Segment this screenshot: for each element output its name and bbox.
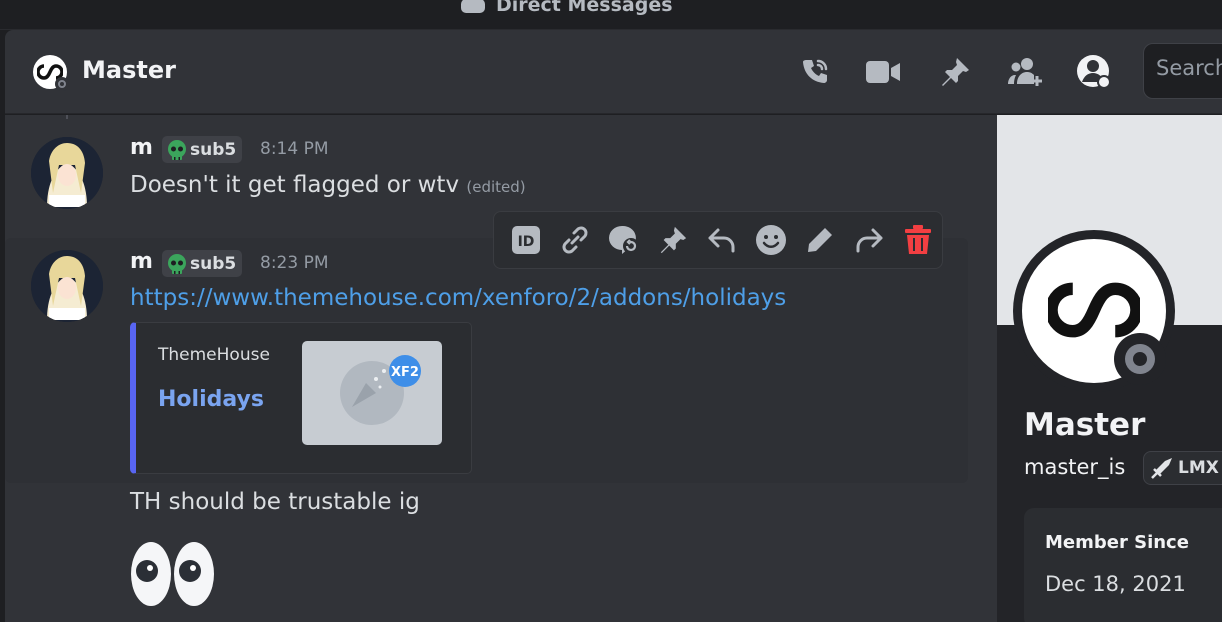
reply-button[interactable] — [698, 216, 747, 264]
topbar-title: Direct Messages — [460, 0, 673, 16]
search-box[interactable] — [1143, 43, 1222, 99]
forward-icon — [856, 228, 883, 253]
member-since-label: Member Since — [1045, 532, 1189, 553]
add-reaction-icon — [755, 225, 786, 255]
video-call-icon[interactable] — [865, 54, 901, 90]
embed-title[interactable]: Holidays — [158, 387, 264, 412]
chat-area[interactable]: m sub5 8:14 PM Doesn't it get flagged or… — [5, 115, 997, 622]
message-timestamp[interactable]: 8:23 PM — [260, 253, 329, 273]
user-avatar[interactable] — [31, 137, 103, 209]
top-bar: Direct Messages — [0, 0, 1222, 30]
header-avatar[interactable] — [33, 55, 69, 91]
profile-server-tag-label: LMX — [1178, 458, 1219, 478]
party-popper-icon: XF2 — [340, 355, 421, 425]
link-embed: ThemeHouse Holidays XF2 — [130, 322, 472, 474]
message-link[interactable]: https://www.themehouse.com/xenforo/2/add… — [130, 285, 786, 311]
edit-icon — [807, 228, 832, 252]
dm-header: Master — [5, 30, 1222, 114]
role-tag[interactable]: sub5 — [162, 250, 243, 277]
direct-messages-icon — [461, 0, 485, 13]
skull-icon — [168, 139, 186, 160]
edit-button[interactable] — [795, 216, 844, 264]
header-name: Master — [82, 56, 176, 84]
embed-thumbnail[interactable]: XF2 — [302, 341, 442, 445]
edited-label: (edited) — [466, 178, 526, 196]
delete-button[interactable] — [893, 216, 942, 264]
anime-avatar-image — [31, 137, 103, 209]
xf2-badge: XF2 — [391, 365, 419, 380]
copy-link-button[interactable] — [551, 216, 600, 264]
voice-call-icon[interactable] — [797, 54, 833, 90]
forward-button[interactable] — [844, 216, 893, 264]
pin-message-button[interactable] — [649, 216, 698, 264]
status-indicator — [55, 77, 69, 91]
message-text: TH should be trustable ig — [130, 489, 420, 515]
message-action-toolbar: ID — [493, 211, 943, 269]
create-thread-button[interactable] — [600, 216, 649, 264]
topbar-title-text: Direct Messages — [496, 0, 673, 16]
infinity-logo-icon — [1048, 282, 1140, 338]
message-username[interactable]: m — [130, 135, 153, 160]
eyes-emoji-icon — [131, 542, 214, 606]
add-friends-icon[interactable] — [1007, 54, 1043, 90]
user-avatar[interactable] — [31, 250, 103, 322]
anime-avatar-image — [31, 250, 103, 322]
role-tag-label: sub5 — [190, 253, 237, 274]
copy-id-button[interactable]: ID — [502, 216, 551, 264]
sword-icon — [1151, 458, 1172, 479]
svg-text:ID: ID — [518, 234, 535, 250]
embed-provider[interactable]: ThemeHouse — [158, 345, 270, 365]
pin-icon — [660, 226, 687, 254]
copy-id-icon: ID — [512, 226, 541, 254]
role-tag-label: sub5 — [190, 139, 237, 160]
message-username[interactable]: m — [130, 249, 153, 274]
message-timestamp[interactable]: 8:14 PM — [260, 139, 329, 159]
skull-icon — [168, 253, 186, 274]
create-thread-icon — [609, 225, 640, 254]
member-since-card: Member Since Dec 18, 2021 — [1024, 508, 1222, 622]
user-profile-icon[interactable] — [1076, 54, 1112, 90]
message-text: Doesn't it get flagged or wtv (edited) — [130, 172, 526, 198]
add-reaction-button[interactable] — [746, 216, 795, 264]
profile-username: master_is — [1024, 455, 1126, 479]
member-since-date: Dec 18, 2021 — [1045, 572, 1186, 596]
eyes-emoji — [130, 540, 216, 612]
copy-link-icon — [562, 226, 588, 254]
profile-display-name: Master — [1024, 407, 1146, 443]
profile-server-tag[interactable]: LMX — [1143, 451, 1222, 485]
search-input[interactable] — [1156, 56, 1222, 80]
profile-status-indicator — [1114, 333, 1166, 385]
delete-icon — [904, 225, 931, 254]
reply-preview-fragment — [66, 115, 68, 119]
pinned-messages-icon[interactable] — [937, 54, 973, 90]
role-tag[interactable]: sub5 — [162, 136, 243, 163]
message-text-content: Doesn't it get flagged or wtv — [130, 172, 460, 198]
reply-icon — [708, 228, 735, 253]
profile-panel: Master master_is LMX Member Since Dec 18… — [997, 115, 1222, 622]
